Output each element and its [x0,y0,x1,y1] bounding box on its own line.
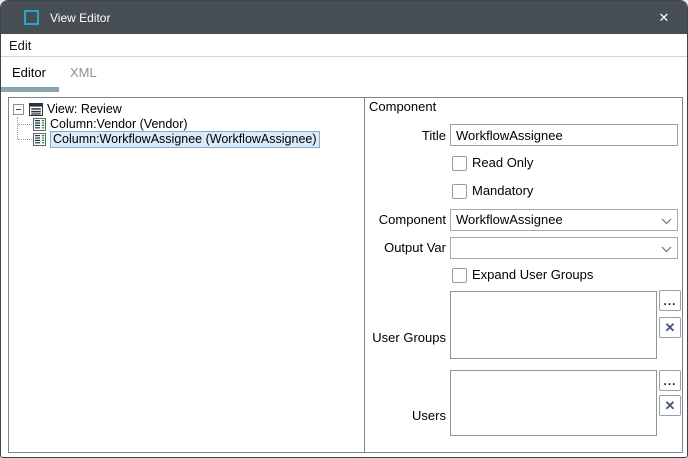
tree-guide-line [17,117,18,139]
active-tab-indicator [1,87,59,92]
collapse-toggle-icon[interactable] [13,104,24,115]
close-button[interactable]: ✕ [641,1,687,34]
mandatory-checkbox[interactable] [452,184,467,199]
close-icon: ✕ [659,10,670,25]
users-label: Users [365,408,446,423]
column-icon [33,118,46,131]
tab-xml[interactable]: XML [70,65,97,80]
user-groups-browse-button[interactable]: ... [659,290,681,311]
expand-user-groups-checkbox[interactable] [452,268,467,283]
component-properties-pane: Component Title Read Only Mandatory Comp… [365,98,682,452]
component-select[interactable]: WorkflowAssignee [450,209,678,231]
output-var-select[interactable] [450,237,678,259]
titlebar: View Editor ✕ [1,1,687,34]
component-select-value: WorkflowAssignee [456,210,661,230]
tree-guide-line [18,124,32,125]
app-icon [24,10,39,25]
users-browse-button[interactable]: ... [659,370,681,391]
title-input[interactable] [450,124,678,146]
tree-item-column-vendor[interactable]: Column:Vendor (Vendor) [33,117,188,132]
tree-item-label[interactable]: Column:Vendor (Vendor) [50,117,188,132]
read-only-checkbox[interactable] [452,156,467,171]
menubar: Edit [1,34,687,57]
component-label: Component [365,212,446,227]
view-editor-window: View Editor ✕ Edit Editor XML [0,0,688,458]
expand-user-groups-label: Expand User Groups [472,267,593,282]
content-area: View: Review [8,97,683,453]
clear-icon: ✕ [665,399,676,412]
read-only-label: Read Only [472,155,533,170]
user-groups-clear-button[interactable]: ✕ [659,317,681,338]
clear-icon: ✕ [665,321,676,334]
window-title: View Editor [50,11,110,25]
view-tree-pane: View: Review [9,98,365,452]
tab-bar: Editor XML [1,57,687,96]
column-icon [33,133,46,146]
title-label: Title [365,128,446,143]
chevron-down-icon [661,241,672,256]
ellipsis-icon: ... [663,376,676,386]
menu-item-edit[interactable]: Edit [9,38,31,53]
tree-item-view-review[interactable]: View: Review [13,102,122,117]
tree-guide-line [18,139,32,140]
users-listbox[interactable] [450,370,657,436]
chevron-down-icon [661,213,672,228]
panel-header: Component [369,99,436,114]
mandatory-label: Mandatory [472,183,533,198]
users-clear-button[interactable]: ✕ [659,395,681,416]
user-groups-listbox[interactable] [450,291,657,359]
user-groups-label: User Groups [365,330,446,345]
output-var-label: Output Var [365,240,446,255]
tree-item-label[interactable]: View: Review [47,102,122,117]
ellipsis-icon: ... [663,296,676,306]
tab-editor[interactable]: Editor [12,65,46,80]
tree-item-column-workflowassignee[interactable]: Column:WorkflowAssignee (WorkflowAssigne… [33,132,320,147]
view-icon [29,103,43,116]
tree-item-label-selected[interactable]: Column:WorkflowAssignee (WorkflowAssigne… [50,131,320,148]
